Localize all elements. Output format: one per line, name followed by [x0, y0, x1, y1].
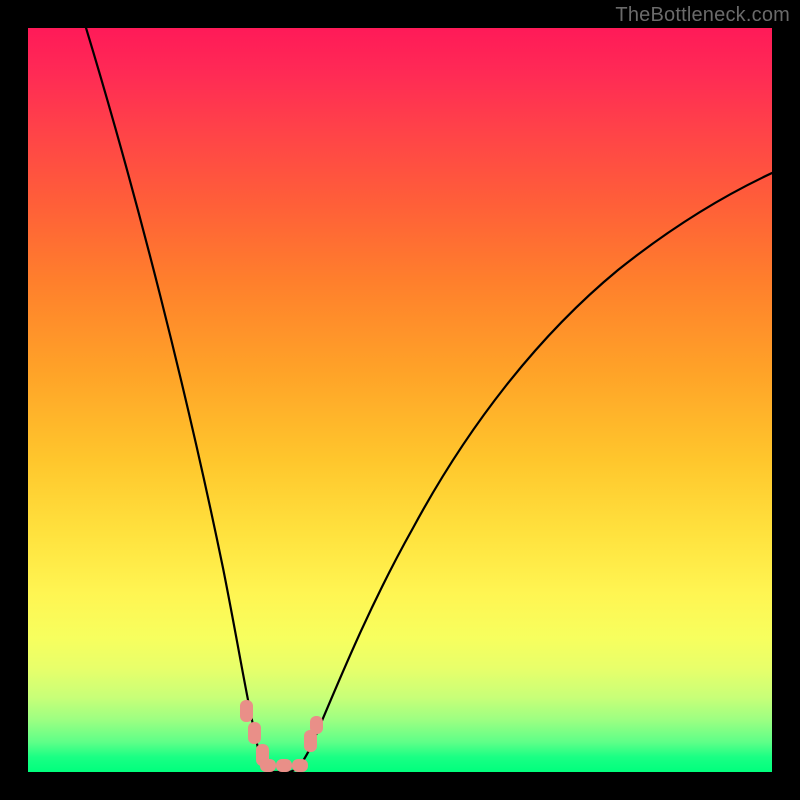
- marker: [310, 716, 323, 734]
- bottleneck-curve: [83, 28, 772, 772]
- watermark-text: TheBottleneck.com: [615, 4, 790, 27]
- marker: [240, 700, 253, 722]
- curve-layer: [28, 28, 772, 772]
- marker-group: [240, 700, 323, 772]
- marker: [292, 759, 308, 772]
- chart-frame: TheBottleneck.com: [0, 0, 800, 800]
- plot-area: [28, 28, 772, 772]
- marker: [276, 759, 292, 772]
- marker: [248, 722, 261, 744]
- marker: [260, 759, 276, 772]
